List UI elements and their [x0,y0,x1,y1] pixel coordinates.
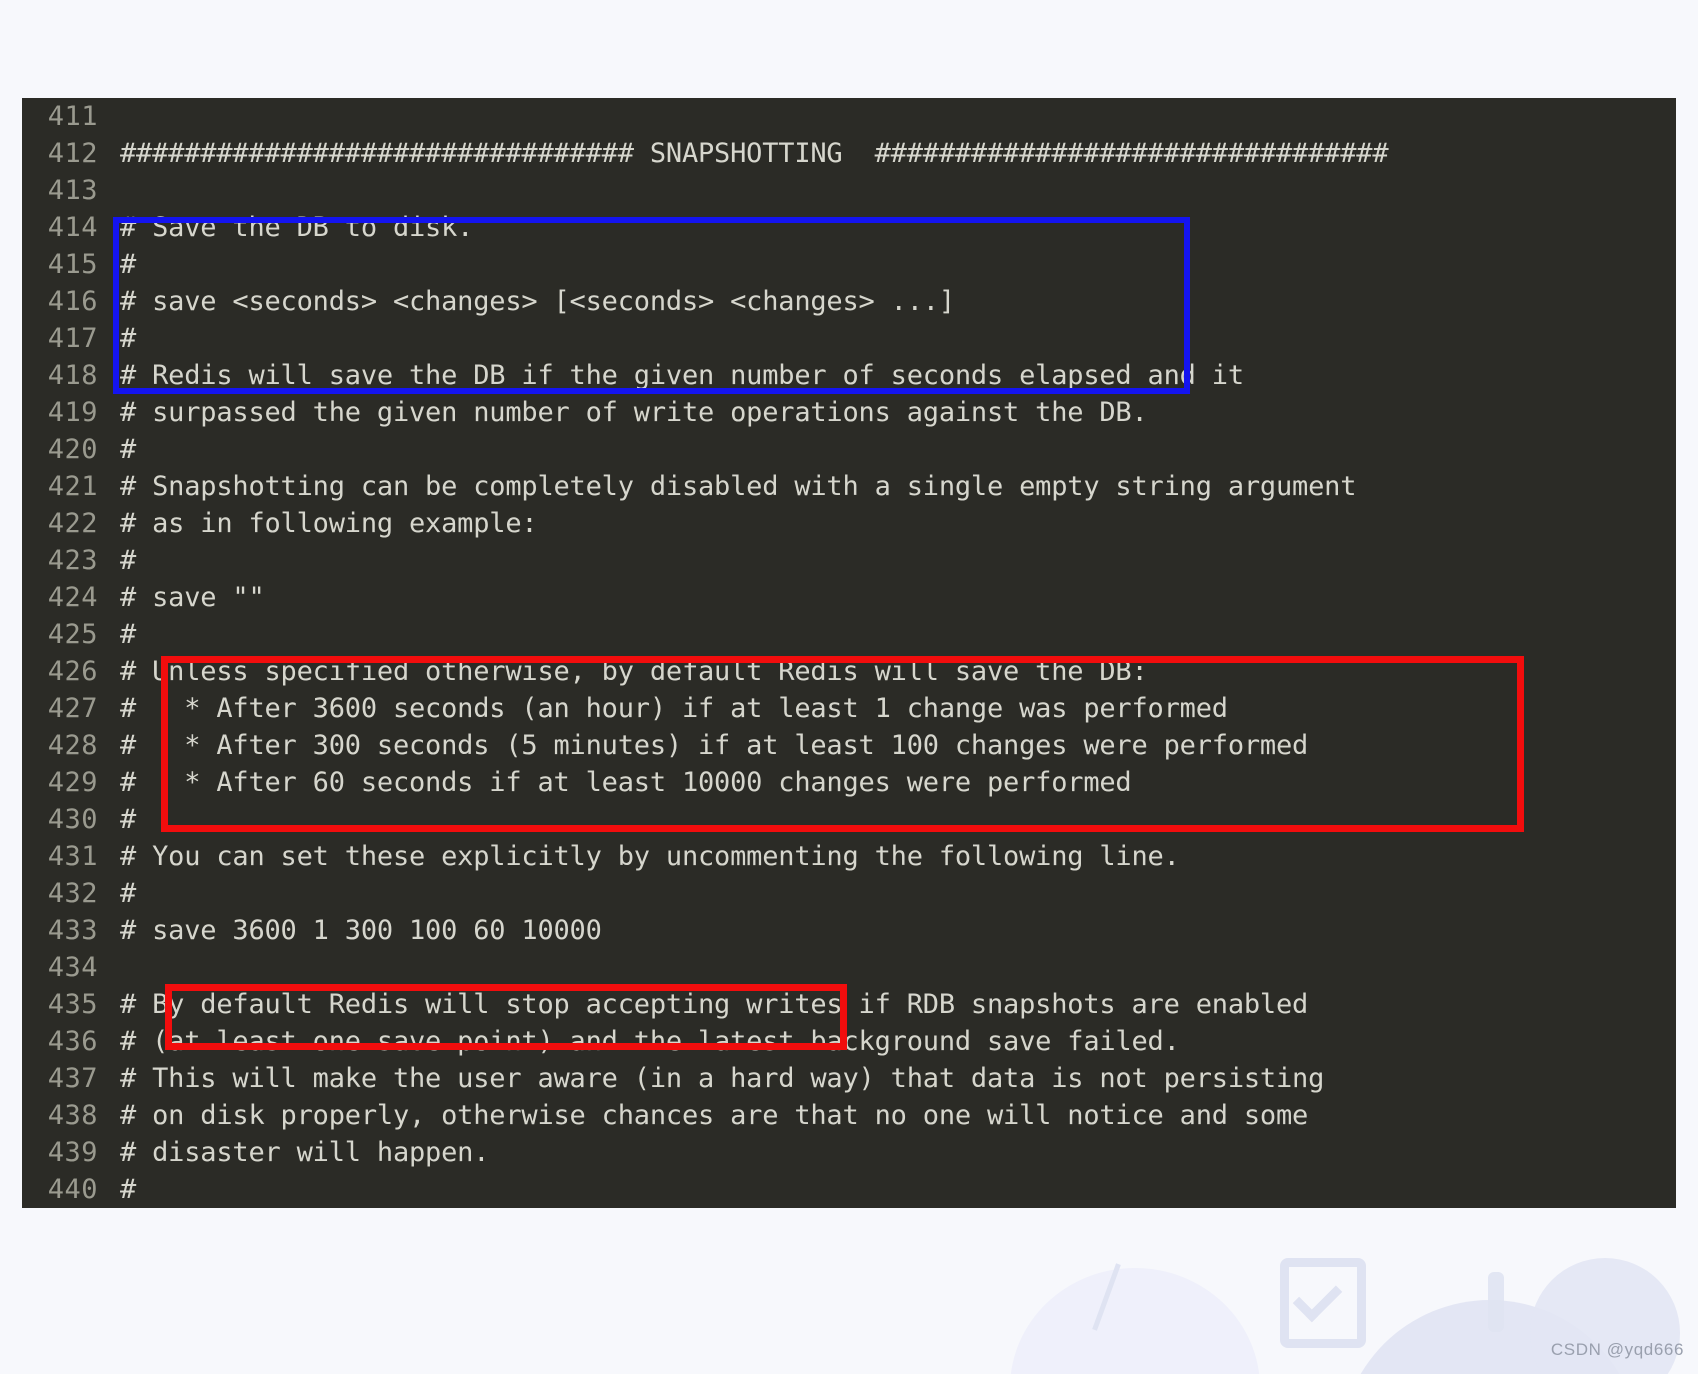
code-line[interactable]: 420 # [22,431,1676,468]
decorative-circle-large [1340,1300,1640,1374]
line-number: 414 [47,212,98,243]
line-number: 439 [47,1137,98,1168]
line-number: 440 [47,1174,98,1205]
line-content[interactable]: # [120,1171,136,1208]
line-number: 420 [47,434,98,465]
line-content[interactable]: # By default Redis will stop accepting w… [120,986,1308,1023]
line-content[interactable]: # [120,616,136,653]
line-number: 430 [47,804,98,835]
code-line[interactable]: 415 # [22,246,1676,283]
code-line[interactable]: 419 # surpassed the given number of write… [22,394,1676,431]
line-number: 435 [47,989,98,1020]
code-line[interactable]: 416 # save <seconds> <changes> [<seconds>… [22,283,1676,320]
line-content[interactable]: # on disk properly, otherwise chances ar… [120,1097,1308,1134]
line-number: 427 [47,693,98,724]
line-number: 429 [47,767,98,798]
line-content[interactable]: # [120,801,136,838]
code-line[interactable]: 433 # save 3600 1 300 100 60 10000 [22,912,1676,949]
line-number: 438 [47,1100,98,1131]
decorative-slash [1092,1263,1121,1331]
line-number: 422 [47,508,98,539]
code-line[interactable]: 417 # [22,320,1676,357]
line-number: 425 [47,619,98,650]
line-number: 432 [47,878,98,909]
code-line[interactable]: 438 # on disk properly, otherwise chances… [22,1097,1676,1134]
code-line[interactable]: 411 [22,98,1676,135]
code-line[interactable]: 431 # You can set these explicitly by unc… [22,838,1676,875]
line-content[interactable]: # [120,246,136,283]
code-line[interactable]: 437 # This will make the user aware (in a… [22,1060,1676,1097]
watermark-label: CSDN @yqd666 [1550,1340,1684,1359]
line-content[interactable]: # surpassed the given number of write op… [120,394,1148,431]
line-number: 411 [47,101,98,132]
decorative-checkbox-icon [1280,1258,1366,1348]
code-line[interactable]: 412 ################################ SNAP… [22,135,1676,172]
decorative-blob [1010,1268,1260,1374]
code-line[interactable]: 439 # disaster will happen. [22,1134,1676,1171]
line-content[interactable]: # Redis will save the DB if the given nu… [120,357,1244,394]
code-line[interactable]: 418 # Redis will save the DB if the given… [22,357,1676,394]
line-number: 413 [47,175,98,206]
line-number: 436 [47,1026,98,1057]
line-number: 412 [47,138,98,169]
line-content[interactable]: # Save the DB to disk. [120,209,473,246]
line-number: 431 [47,841,98,872]
line-content[interactable]: # You can set these explicitly by uncomm… [120,838,1180,875]
page-root: 411 412 ################################ S… [0,0,1698,1374]
code-line[interactable]: 435 # By default Redis will stop acceptin… [22,986,1676,1023]
line-content[interactable]: # [120,875,136,912]
line-content[interactable]: # * After 60 seconds if at least 10000 c… [120,764,1132,801]
line-content[interactable]: # Snapshotting can be completely disable… [120,468,1356,505]
line-number: 428 [47,730,98,761]
code-line[interactable]: 427 # * After 3600 seconds (an hour) if a… [22,690,1676,727]
code-lines-container[interactable]: 411 412 ################################ S… [22,98,1676,1208]
line-number: 418 [47,360,98,391]
line-number: 415 [47,249,98,280]
line-number: 426 [47,656,98,687]
line-content[interactable]: # disaster will happen. [120,1134,489,1171]
line-number: 433 [47,915,98,946]
code-line[interactable]: 422 # as in following example: [22,505,1676,542]
decorative-check-icon [1292,1272,1343,1323]
line-content[interactable]: # save 3600 1 300 100 60 10000 [120,912,602,949]
code-line[interactable]: 432 # [22,875,1676,912]
line-number: 419 [47,397,98,428]
line-number: 421 [47,471,98,502]
line-content[interactable]: # * After 3600 seconds (an hour) if at l… [120,690,1228,727]
line-content[interactable]: # as in following example: [120,505,538,542]
line-number: 424 [47,582,98,613]
line-content[interactable]: ################################ SNAPSHO… [120,135,1389,172]
code-line[interactable]: 414 # Save the DB to disk. [22,209,1676,246]
code-line[interactable]: 440 # [22,1171,1676,1208]
code-line[interactable]: 421 # Snapshotting can be completely disa… [22,468,1676,505]
line-content[interactable]: # * After 300 seconds (5 minutes) if at … [120,727,1308,764]
line-content[interactable]: # save <seconds> <changes> [<seconds> <c… [120,283,955,320]
line-content[interactable]: # Unless specified otherwise, by default… [120,653,1148,690]
code-line[interactable]: 424 # save "" [22,579,1676,616]
line-content[interactable]: # [120,431,136,468]
code-line[interactable]: 429 # * After 60 seconds if at least 1000… [22,764,1676,801]
line-number: 423 [47,545,98,576]
code-line[interactable]: 425 # [22,616,1676,653]
line-number: 434 [47,952,98,983]
line-number: 437 [47,1063,98,1094]
code-line[interactable]: 428 # * After 300 seconds (5 minutes) if … [22,727,1676,764]
code-line[interactable]: 413 [22,172,1676,209]
code-editor-panel[interactable]: 411 412 ################################ S… [22,98,1676,1208]
decorative-pin-icon [1488,1272,1504,1332]
line-content[interactable]: # [120,320,136,357]
code-line[interactable]: 430 # [22,801,1676,838]
code-line[interactable]: 426 # Unless specified otherwise, by defa… [22,653,1676,690]
code-line[interactable]: 434 [22,949,1676,986]
code-line[interactable]: 436 # (at least one save point) and the l… [22,1023,1676,1060]
line-number: 416 [47,286,98,317]
line-content[interactable]: # [120,542,136,579]
code-line[interactable]: 423 # [22,542,1676,579]
line-content[interactable]: # (at least one save point) and the late… [120,1023,1180,1060]
line-number: 417 [47,323,98,354]
line-content[interactable]: # save "" [120,579,265,616]
line-content[interactable]: # This will make the user aware (in a ha… [120,1060,1324,1097]
